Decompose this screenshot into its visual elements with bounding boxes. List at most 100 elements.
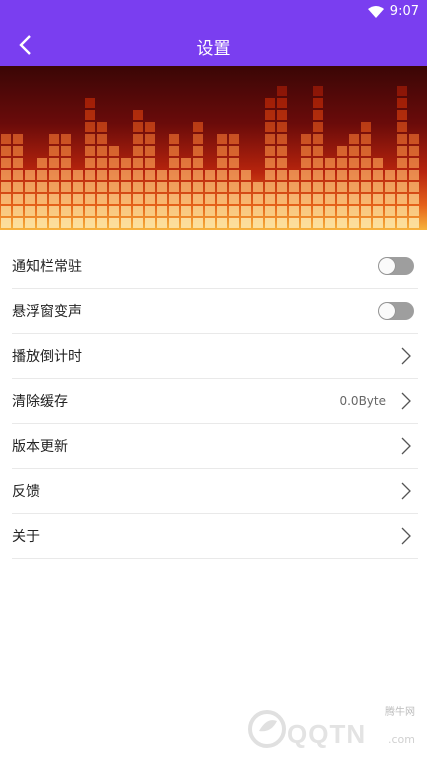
equalizer-cell bbox=[133, 218, 143, 228]
toggle-knob bbox=[379, 303, 395, 319]
equalizer-cell bbox=[289, 206, 299, 216]
setting-label: 关于 bbox=[12, 529, 40, 545]
equalizer-cell bbox=[181, 158, 191, 168]
setting-label: 清除缓存 bbox=[12, 394, 68, 410]
equalizer-cell bbox=[313, 146, 323, 156]
equalizer-cell bbox=[265, 134, 275, 144]
equalizer-cell bbox=[313, 110, 323, 120]
equalizer-cell bbox=[277, 122, 287, 132]
wifi-icon bbox=[367, 5, 384, 18]
equalizer-cell bbox=[49, 218, 59, 228]
equalizer-cell bbox=[145, 158, 155, 168]
equalizer-cell bbox=[253, 206, 263, 216]
equalizer-cell bbox=[277, 134, 287, 144]
equalizer-cell bbox=[133, 134, 143, 144]
setting-label: 播放倒计时 bbox=[12, 349, 82, 365]
equalizer-cell bbox=[13, 146, 23, 156]
equalizer-cell bbox=[61, 158, 71, 168]
equalizer-cell bbox=[37, 206, 47, 216]
page-title: 设置 bbox=[196, 39, 231, 59]
equalizer-cell bbox=[409, 182, 419, 192]
equalizer-cell bbox=[49, 206, 59, 216]
setting-label: 通知栏常驻 bbox=[12, 259, 82, 275]
equalizer-cell bbox=[13, 206, 23, 216]
setting-row-clear-cache[interactable]: 清除缓存 0.0Byte bbox=[12, 379, 418, 424]
equalizer-cell bbox=[193, 158, 203, 168]
watermark-suffix: .com bbox=[388, 733, 415, 746]
equalizer-cell bbox=[133, 110, 143, 120]
equalizer-cell bbox=[85, 182, 95, 192]
equalizer-cell bbox=[97, 218, 107, 228]
equalizer-cell bbox=[49, 194, 59, 204]
equalizer-cell bbox=[229, 218, 239, 228]
equalizer-cell bbox=[133, 146, 143, 156]
equalizer-cell bbox=[61, 170, 71, 180]
toggle-knob bbox=[379, 258, 395, 274]
watermark-logo: QQTN 腾牛网 .com bbox=[247, 701, 417, 753]
equalizer-cell bbox=[313, 134, 323, 144]
equalizer-cell bbox=[193, 170, 203, 180]
setting-row-notification[interactable]: 通知栏常驻 bbox=[12, 244, 418, 289]
equalizer-cell bbox=[301, 194, 311, 204]
equalizer-cell bbox=[385, 206, 395, 216]
equalizer-cell bbox=[37, 194, 47, 204]
equalizer-cell bbox=[109, 146, 119, 156]
equalizer-cell bbox=[13, 170, 23, 180]
equalizer-cell bbox=[361, 134, 371, 144]
equalizer-cell bbox=[73, 218, 83, 228]
equalizer-cell bbox=[397, 134, 407, 144]
equalizer-cell bbox=[85, 134, 95, 144]
equalizer-cell bbox=[121, 182, 131, 192]
setting-row-update[interactable]: 版本更新 bbox=[12, 424, 418, 469]
equalizer-cell bbox=[409, 146, 419, 156]
equalizer-cell bbox=[349, 170, 359, 180]
equalizer-cell bbox=[169, 218, 179, 228]
equalizer-cell bbox=[49, 134, 59, 144]
equalizer-cell bbox=[409, 170, 419, 180]
equalizer-cell bbox=[373, 206, 383, 216]
equalizer-cell bbox=[349, 146, 359, 156]
setting-row-about[interactable]: 关于 bbox=[12, 514, 418, 559]
equalizer-cell bbox=[301, 206, 311, 216]
equalizer-cell bbox=[169, 170, 179, 180]
equalizer-cell bbox=[349, 134, 359, 144]
equalizer-cell bbox=[73, 182, 83, 192]
equalizer-cell bbox=[133, 194, 143, 204]
equalizer-cell bbox=[349, 206, 359, 216]
equalizer-cell bbox=[1, 158, 11, 168]
equalizer-cell bbox=[229, 146, 239, 156]
equalizer-cell bbox=[157, 206, 167, 216]
equalizer-cell bbox=[133, 158, 143, 168]
equalizer-cell bbox=[157, 182, 167, 192]
equalizer-cell bbox=[13, 182, 23, 192]
equalizer-cell bbox=[109, 218, 119, 228]
setting-row-timer[interactable]: 播放倒计时 bbox=[12, 334, 418, 379]
equalizer-cell bbox=[1, 206, 11, 216]
equalizer-cell bbox=[193, 194, 203, 204]
equalizer-cell bbox=[49, 170, 59, 180]
equalizer-cell bbox=[277, 146, 287, 156]
equalizer-cell bbox=[217, 134, 227, 144]
notification-toggle[interactable] bbox=[378, 257, 414, 275]
equalizer-cell bbox=[397, 122, 407, 132]
equalizer-cell bbox=[61, 206, 71, 216]
equalizer-cell bbox=[337, 158, 347, 168]
equalizer-cell bbox=[265, 122, 275, 132]
equalizer-cell bbox=[373, 170, 383, 180]
watermark-site: 腾牛网 bbox=[385, 707, 415, 718]
equalizer-cell bbox=[385, 182, 395, 192]
cache-size-value: 0.0Byte bbox=[339, 394, 386, 408]
equalizer-cell bbox=[205, 218, 215, 228]
status-time: 9:07 bbox=[389, 4, 419, 19]
floating-window-toggle[interactable] bbox=[378, 302, 414, 320]
equalizer-cell bbox=[229, 170, 239, 180]
equalizer-cell bbox=[73, 206, 83, 216]
equalizer-cell bbox=[145, 134, 155, 144]
equalizer-cell bbox=[13, 194, 23, 204]
setting-row-feedback[interactable]: 反馈 bbox=[12, 469, 418, 514]
equalizer-cell bbox=[85, 206, 95, 216]
equalizer-cell bbox=[337, 194, 347, 204]
equalizer-cell bbox=[325, 158, 335, 168]
setting-row-floating-window[interactable]: 悬浮窗变声 bbox=[12, 289, 418, 334]
equalizer-cell bbox=[73, 194, 83, 204]
